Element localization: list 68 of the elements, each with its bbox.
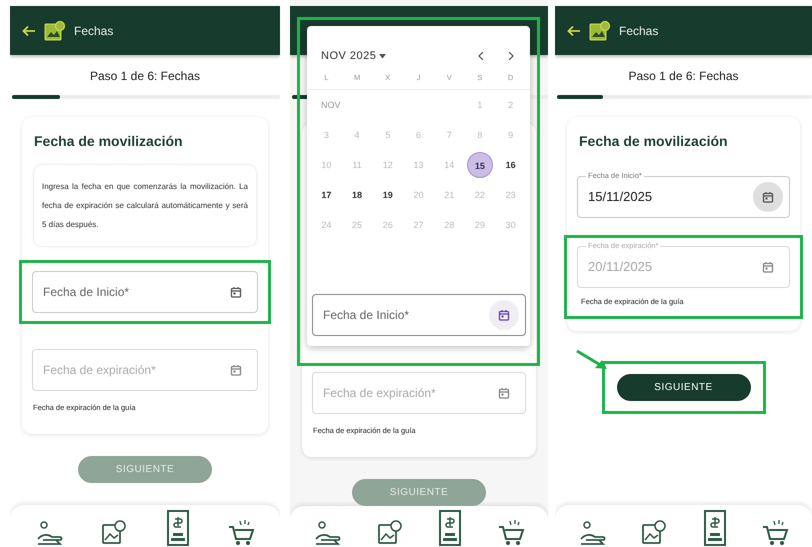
next-button[interactable]: SIGUIENTE <box>616 374 750 401</box>
calendar-day: 26 <box>374 212 401 238</box>
shopping-cart-icon[interactable] <box>760 517 789 547</box>
calendar-day: 1 <box>466 92 493 118</box>
map-card-icon <box>589 20 611 42</box>
calendar-button[interactable] <box>489 300 519 330</box>
chevron-left-icon <box>478 51 484 61</box>
step-label: Paso 1 de 6: Fechas <box>627 68 740 84</box>
shopping-cart-icon[interactable] <box>496 517 525 547</box>
calendar-day: 3 <box>313 122 340 148</box>
calendar-day: 4 <box>344 122 370 148</box>
calendar-day: 12 <box>374 152 401 178</box>
calendar-day: 5 <box>374 122 401 148</box>
field-placeholder: Fecha de expiración* <box>323 384 437 402</box>
calendar-day: 23 <box>498 182 524 208</box>
map-card-icon <box>44 20 66 42</box>
calendar-day[interactable]: 15 <box>466 152 493 178</box>
calendar-icon <box>762 261 774 273</box>
calendar-day: 10 <box>313 152 340 178</box>
calendar-button[interactable] <box>753 182 783 212</box>
date-field[interactable]: Fecha de Inicio* <box>312 294 526 336</box>
calendar-day: 22 <box>466 182 493 208</box>
calendar-day: 21 <box>436 182 462 208</box>
calendar-day: 28 <box>436 212 462 238</box>
chevron-right-icon <box>508 51 514 61</box>
back-arrow-icon[interactable] <box>567 24 581 36</box>
screen-title: Fechas <box>74 22 114 40</box>
calendar-day: 14 <box>436 152 462 178</box>
calendar-day: 11 <box>344 152 370 178</box>
info-text: Ingresa la fecha en que comenzarás la movilización. La fecha de expiración se calculará automáticamente y será 5 días después. <box>34 165 256 246</box>
calendar-day: 7 <box>436 122 462 148</box>
step-label: Paso 1 de 6: Fechas <box>88 68 202 84</box>
month-selector[interactable]: NOV 2025 <box>321 48 386 64</box>
calendar-day: 30 <box>498 212 524 238</box>
receipt-dollar-icon[interactable] <box>702 509 727 547</box>
field-value: 15/11/2025 <box>588 188 654 206</box>
field-placeholder: Fecha de Inicio* <box>43 284 130 301</box>
screen-title: Fechas <box>619 22 658 40</box>
calendar-day[interactable]: 18 <box>344 182 370 208</box>
receipt-dollar-icon[interactable] <box>438 509 462 547</box>
calendar-icon <box>230 364 242 376</box>
card-title: Fecha de movilización <box>34 132 184 151</box>
calendar-day[interactable]: 16 <box>498 152 524 178</box>
field-placeholder: Fecha de expiración* <box>43 362 157 379</box>
calendar-icon <box>762 191 774 203</box>
calendar-day[interactable]: 17 <box>313 182 340 208</box>
field-value: 20/11/2025 <box>588 258 654 276</box>
calendar-icon <box>498 386 510 399</box>
back-arrow-icon[interactable] <box>22 24 36 36</box>
calendar-day: 29 <box>466 212 493 238</box>
calendar-day: 25 <box>344 212 370 238</box>
card-title: Fecha de movilización <box>579 132 729 151</box>
calendar-day: 9 <box>498 122 524 148</box>
month-label: NOV <box>320 98 342 112</box>
calendar-icon <box>498 308 510 321</box>
calendar-day: 27 <box>405 212 432 238</box>
calendar-day[interactable]: 19 <box>374 182 401 208</box>
calendar-day: 8 <box>466 122 493 148</box>
calendar-icon <box>230 286 242 298</box>
shopping-cart-icon[interactable] <box>227 517 256 547</box>
date-field[interactable]: Fecha de Inicio* <box>32 271 258 313</box>
calendar-day: 24 <box>313 212 340 238</box>
calendar-day: 13 <box>405 152 432 178</box>
calendar-day: 20 <box>405 182 432 208</box>
receipt-dollar-icon[interactable] <box>166 509 190 547</box>
calendar-day: 2 <box>498 92 524 118</box>
field-placeholder: Fecha de Inicio* <box>323 306 410 324</box>
calendar-day: 6 <box>405 122 432 148</box>
